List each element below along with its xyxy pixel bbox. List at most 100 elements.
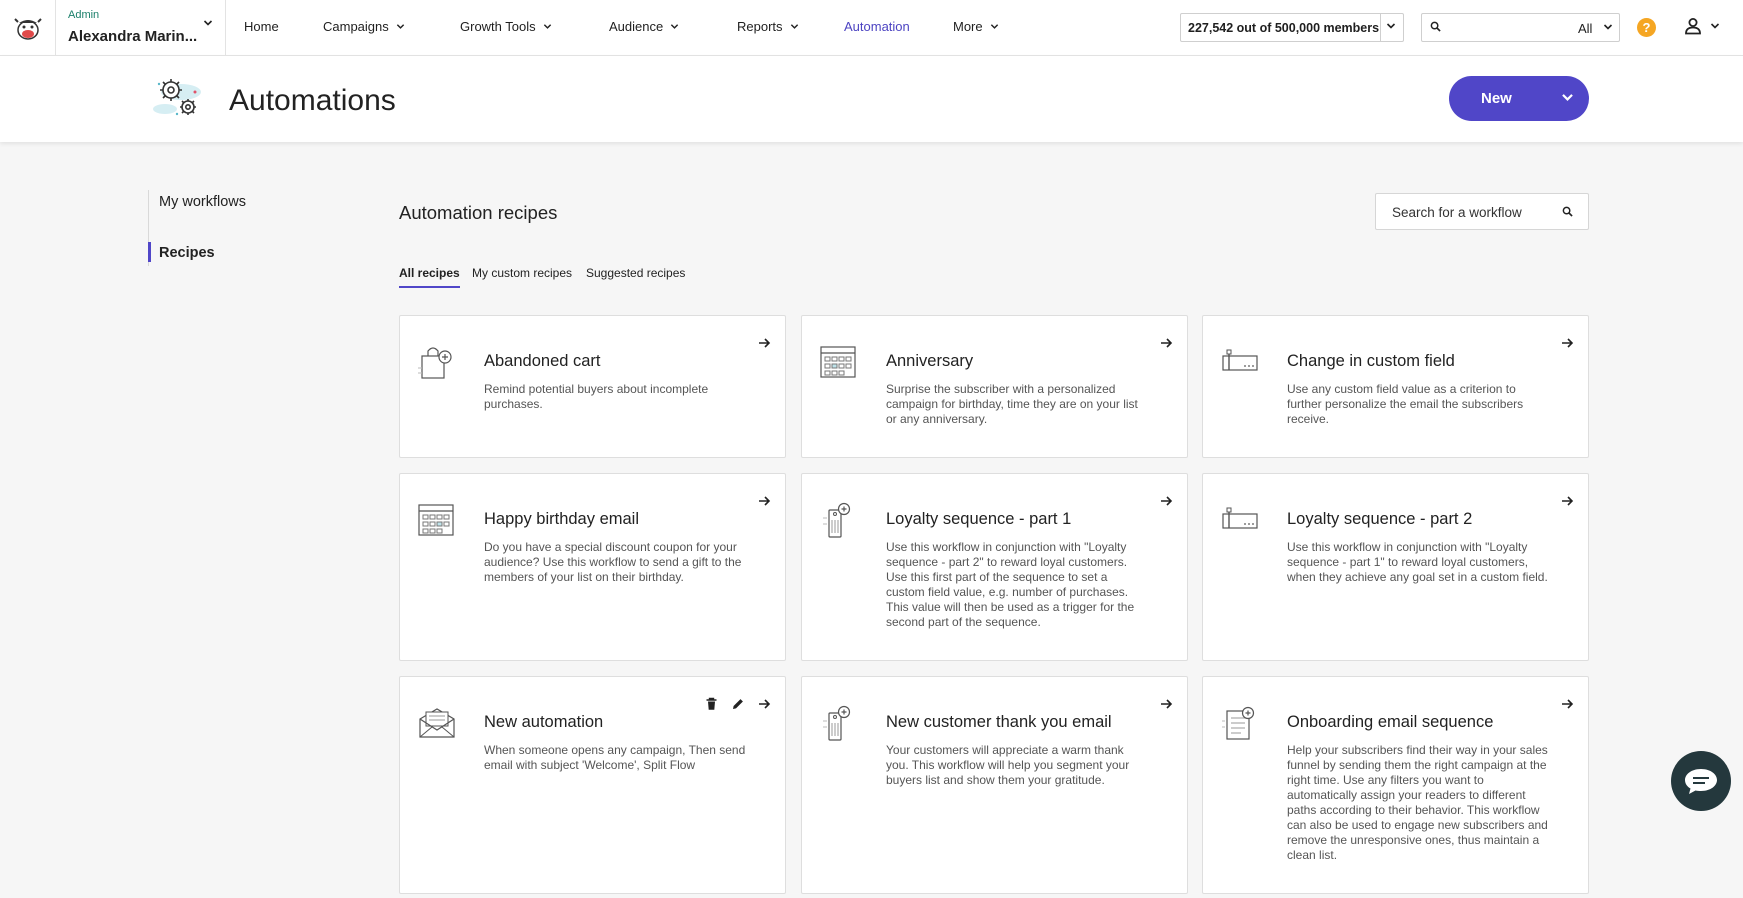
search-icon <box>1430 21 1441 32</box>
chevron-down-icon <box>1386 23 1396 29</box>
card-description: When someone opens any campaign, Then se… <box>484 743 746 772</box>
nav-audience-label: Audience <box>609 19 664 34</box>
chevron-down-icon <box>990 24 998 29</box>
tab-suggested-recipes[interactable]: Suggested recipes <box>586 266 685 286</box>
nav-automation-label: Automation <box>844 19 910 34</box>
card-description: Do you have a special discount coupon fo… <box>484 540 742 584</box>
nav-reports-label: Reports <box>737 19 783 34</box>
cow-logo-icon <box>13 17 42 40</box>
card-description: Use this workflow in conjunction with "L… <box>1287 540 1548 584</box>
chevron-down-icon <box>203 20 213 26</box>
search-icon[interactable] <box>1562 206 1573 217</box>
recipe-card-anniversary[interactable]: Anniversary Surprise the subscriber with… <box>801 315 1188 458</box>
chevron-down-icon[interactable] <box>1603 22 1613 32</box>
chevron-down-icon <box>790 24 798 29</box>
arrow-right-icon[interactable] <box>1159 336 1173 350</box>
calendar-icon <box>418 504 454 536</box>
arrow-right-icon[interactable] <box>757 336 771 350</box>
card-title: New automation <box>484 713 604 731</box>
workflow-search-input[interactable]: Search for a workflow <box>1375 193 1589 230</box>
custom-field-icon <box>1222 507 1258 529</box>
gears-icon <box>153 79 201 116</box>
sidebar-item-recipes[interactable]: Recipes <box>159 245 215 261</box>
arrow-right-icon[interactable] <box>1159 494 1173 508</box>
card-description: Use this workflow in conjunction with "L… <box>886 540 1135 629</box>
pencil-icon[interactable] <box>731 697 745 711</box>
arrow-right-icon[interactable] <box>1159 697 1173 711</box>
members-count-dropdown[interactable]: 227,542 out of 500,000 members <box>1180 13 1404 42</box>
arrow-right-icon[interactable] <box>1560 697 1574 711</box>
loyalty-tag-icon <box>823 502 851 538</box>
document-add-icon <box>1222 706 1255 740</box>
card-title: Happy birthday email <box>484 510 639 528</box>
recipe-card-loyalty-sequence-part-1[interactable]: Loyalty sequence - part 1 Use this workf… <box>801 473 1188 661</box>
chevron-down-icon <box>396 24 404 29</box>
app-logo[interactable] <box>0 0 56 55</box>
recipe-card-happy-birthday-email[interactable]: Happy birthday email Do you have a speci… <box>399 473 786 661</box>
members-count-label: 227,542 out of 500,000 members <box>1188 21 1380 35</box>
account-role: Admin <box>68 9 100 21</box>
account-switcher[interactable]: Admin Alexandra Marin... <box>57 0 226 55</box>
card-description: Use any custom field value as a criterio… <box>1287 382 1524 426</box>
user-icon <box>1685 18 1701 35</box>
nav-home-label: Home <box>244 19 279 34</box>
recipe-card-onboarding-email-sequence[interactable]: Onboarding email sequence Help your subs… <box>1202 676 1589 894</box>
chevron-down-icon <box>543 24 551 29</box>
chevron-down-icon <box>1710 23 1720 29</box>
arrow-right-icon[interactable] <box>757 494 771 508</box>
sidebar-item-my-workflows[interactable]: My workflows <box>159 194 246 210</box>
chat-widget-button[interactable] <box>1671 751 1731 811</box>
help-button[interactable]: ? <box>1637 18 1656 37</box>
recipe-card-abandoned-cart[interactable]: Abandoned cart Remind potential buyers a… <box>399 315 786 458</box>
nav-growth-tools[interactable]: Growth Tools <box>460 19 552 34</box>
card-description: Help your subscribers find their way in … <box>1287 743 1548 862</box>
card-description: Your customers will appreciate a warm th… <box>886 743 1130 787</box>
section-title: Automation recipes <box>399 202 558 223</box>
account-name: Alexandra Marin... <box>68 28 198 45</box>
nav-growth-tools-label: Growth Tools <box>460 19 536 34</box>
divider <box>1380 14 1381 41</box>
calendar-icon <box>820 346 856 378</box>
trash-icon[interactable] <box>705 697 718 711</box>
card-title: Anniversary <box>886 352 974 370</box>
top-navigation-bar: Admin Alexandra Marin... Home Campaigns … <box>0 0 1743 56</box>
card-title: Loyalty sequence - part 1 <box>886 510 1072 528</box>
recipe-card-change-in-custom-field[interactable]: Change in custom field Use any custom fi… <box>1202 315 1589 458</box>
recipe-card-new-customer-thank-you-email[interactable]: New customer thank you email Your custom… <box>801 676 1188 894</box>
tab-all-recipes[interactable]: All recipes <box>399 266 460 288</box>
new-button-label: New <box>1481 90 1512 107</box>
custom-field-icon <box>1222 349 1258 371</box>
nav-campaigns[interactable]: Campaigns <box>323 19 405 34</box>
card-description: Remind potential buyers about incomplete… <box>484 382 709 411</box>
nav-audience[interactable]: Audience <box>609 19 679 34</box>
nav-home[interactable]: Home <box>244 19 279 34</box>
nav-reports[interactable]: Reports <box>737 19 799 34</box>
card-title: New customer thank you email <box>886 713 1112 731</box>
card-description: Surprise the subscriber with a personali… <box>886 382 1138 426</box>
card-title: Loyalty sequence - part 2 <box>1287 510 1473 528</box>
nav-more-label: More <box>953 19 983 34</box>
recipe-card-new-automation[interactable]: New automation When someone opens any ca… <box>399 676 786 894</box>
shopping-bag-icon <box>418 347 452 379</box>
nav-more[interactable]: More <box>953 19 999 34</box>
chevron-down-icon <box>1562 94 1573 102</box>
arrow-right-icon[interactable] <box>1560 494 1574 508</box>
chevron-down-icon <box>671 24 679 29</box>
nav-campaigns-label: Campaigns <box>323 19 389 34</box>
global-search[interactable]: All <box>1421 13 1620 42</box>
search-scope-label[interactable]: All <box>1578 21 1592 36</box>
tab-my-custom-recipes[interactable]: My custom recipes <box>472 266 572 286</box>
new-button[interactable]: New <box>1449 76 1589 121</box>
card-title: Abandoned cart <box>484 352 601 370</box>
chat-bubble-icon <box>1685 769 1717 794</box>
user-menu[interactable] <box>1684 17 1720 35</box>
recipe-card-loyalty-sequence-part-2[interactable]: Loyalty sequence - part 2 Use this workf… <box>1202 473 1589 661</box>
arrow-right-icon[interactable] <box>1560 336 1574 350</box>
page-header: Automations New <box>0 56 1743 142</box>
card-title: Onboarding email sequence <box>1287 713 1494 731</box>
card-title: Change in custom field <box>1287 352 1455 370</box>
page-title: Automations <box>229 84 396 117</box>
arrow-right-icon[interactable] <box>757 697 771 711</box>
loyalty-tag-icon <box>823 705 851 741</box>
nav-automation[interactable]: Automation <box>844 19 910 34</box>
